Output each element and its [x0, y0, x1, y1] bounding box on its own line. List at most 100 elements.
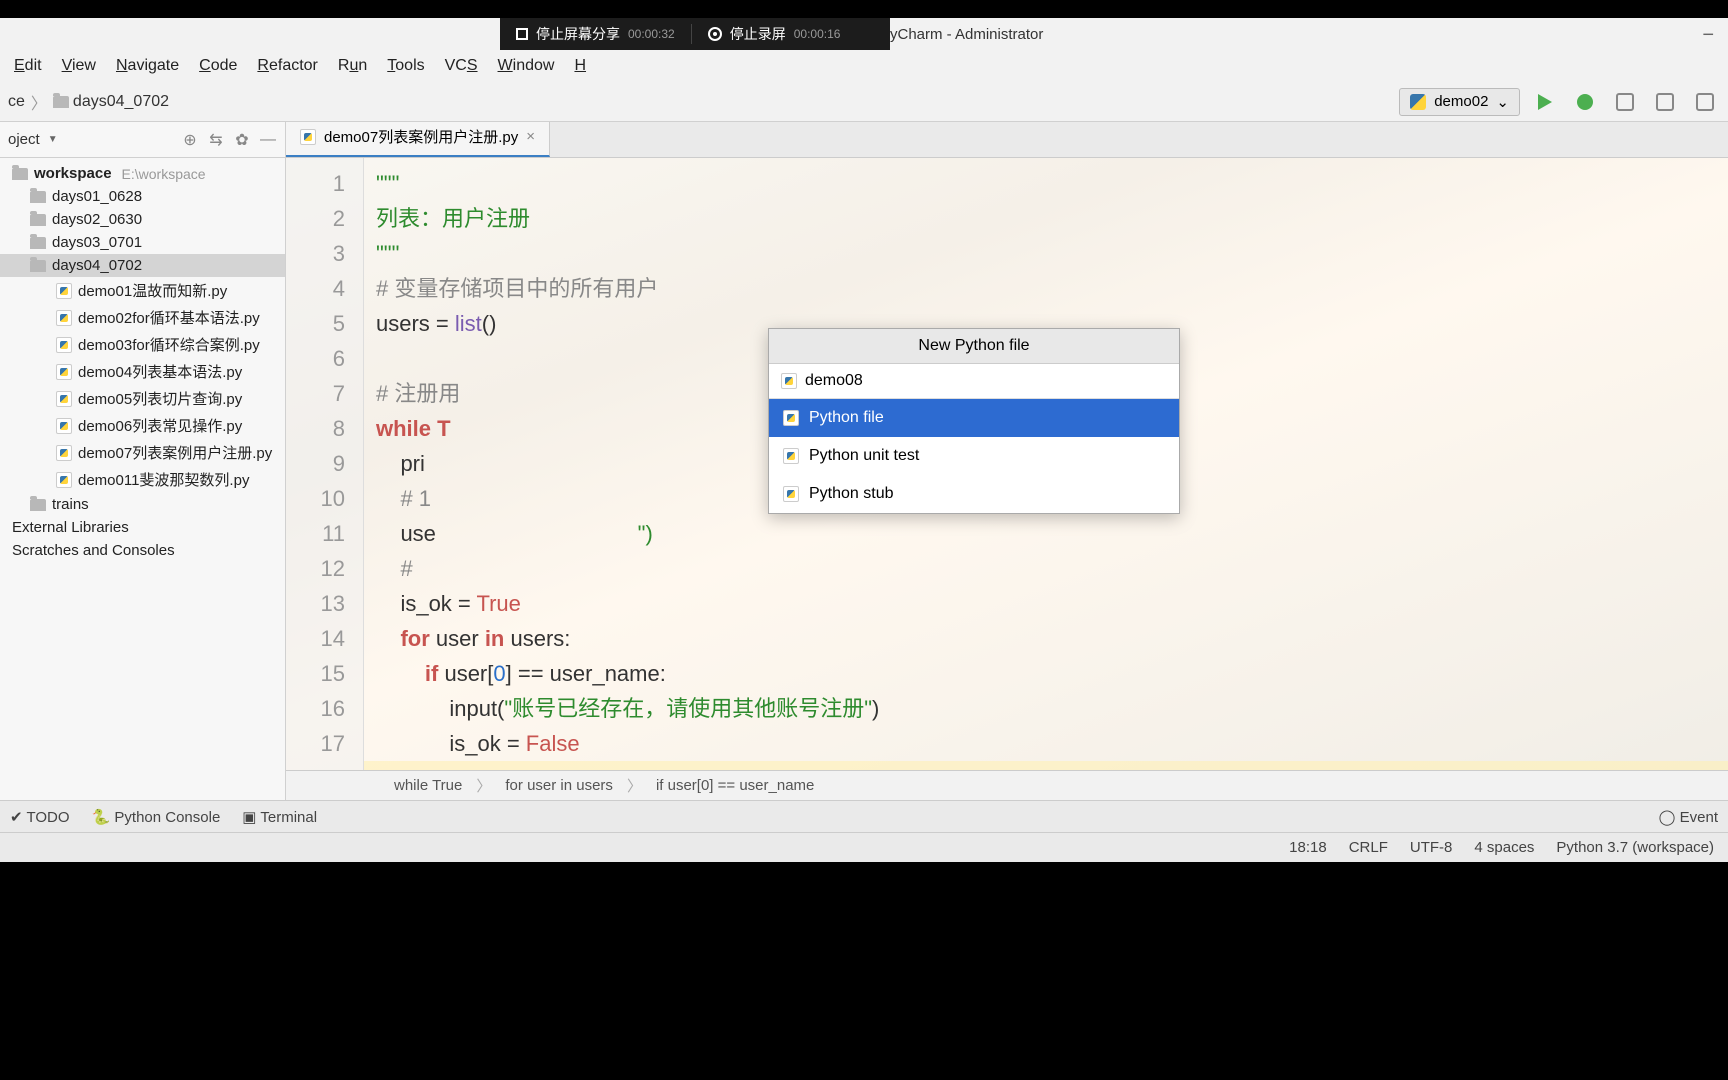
popup-input-row [769, 364, 1179, 399]
stop-share-button[interactable]: 停止屏幕分享 00:00:32 [500, 24, 691, 44]
python-file-icon [783, 410, 799, 426]
bc-item[interactable]: while True [394, 777, 462, 794]
bug-icon [1577, 94, 1593, 110]
tree-file[interactable]: demo05列表切片查询.py [0, 385, 285, 412]
popup-item-unit-test[interactable]: Python unit test [769, 437, 1179, 475]
tree-file[interactable]: demo011斐波那契数列.py [0, 466, 285, 493]
python-icon [1410, 94, 1426, 110]
tree-file[interactable]: demo06列表常见操作.py [0, 412, 285, 439]
menu-code[interactable]: Code [189, 53, 247, 79]
python-file-icon [56, 337, 72, 353]
event-log-tab[interactable]: ◯ Event [1659, 808, 1718, 826]
tree-file[interactable]: demo04列表基本语法.py [0, 358, 285, 385]
stop-share-label: 停止屏幕分享 [536, 24, 620, 44]
menu-view[interactable]: View [52, 53, 106, 79]
breadcrumb[interactable]: ce 〉 days04_0702 [8, 90, 169, 114]
window-title: yCharm - Administrator [890, 26, 1043, 43]
dropdown-icon[interactable]: ▼ [48, 134, 58, 145]
hide-icon[interactable]: — [259, 131, 277, 149]
run-button[interactable] [1530, 87, 1560, 117]
coverage-button[interactable] [1610, 87, 1640, 117]
cursor-position[interactable]: 18:18 [1289, 839, 1327, 856]
tree-external-libs[interactable]: External Libraries [0, 516, 285, 539]
menu-help[interactable]: H [564, 53, 596, 79]
recording-overlay: 停止屏幕分享 00:00:32 停止录屏 00:00:16 [500, 18, 890, 50]
menu-tools[interactable]: Tools [377, 53, 434, 79]
python-file-icon [56, 445, 72, 461]
sidebar-header: oject ▼ ⊕ ⇆ ✿ — [0, 122, 285, 158]
more-run-button[interactable] [1690, 87, 1720, 117]
menu-edit[interactable]: Edit [4, 53, 52, 79]
tree-folder[interactable]: trains [0, 493, 285, 516]
chevron-down-icon: ⌄ [1496, 93, 1509, 111]
tree-scratches[interactable]: Scratches and Consoles [0, 539, 285, 562]
gear-icon[interactable]: ✿ [233, 131, 251, 149]
folder-icon [30, 499, 46, 511]
python-file-icon [56, 283, 72, 299]
python-console-tab[interactable]: 🐍 Python Console [92, 808, 221, 826]
python-file-icon [783, 448, 799, 464]
tree-folder[interactable]: days02_0630 [0, 208, 285, 231]
encoding[interactable]: UTF-8 [1410, 839, 1453, 856]
stop-record-button[interactable]: 停止录屏 00:00:16 [691, 24, 857, 44]
profile-button[interactable] [1650, 87, 1680, 117]
debug-button[interactable] [1570, 87, 1600, 117]
project-tree: workspaceE:\workspace days01_0628 days02… [0, 158, 285, 800]
bc-item[interactable]: if user[0] == user_name [656, 777, 814, 794]
python-file-icon [781, 373, 797, 389]
tool-window-bar: ✔ TODO 🐍 Python Console ▣ Terminal ◯ Eve… [0, 800, 1728, 832]
interpreter[interactable]: Python 3.7 (workspace) [1556, 839, 1714, 856]
python-file-icon [56, 391, 72, 407]
sidebar-title: oject [8, 131, 40, 148]
stop-share-icon [516, 28, 528, 40]
folder-icon [30, 214, 46, 226]
python-file-icon [56, 472, 72, 488]
tree-file[interactable]: demo02for循环基本语法.py [0, 304, 285, 331]
structure-breadcrumb: while True〉 for user in users〉 if user[0… [286, 770, 1728, 800]
run-config-name: demo02 [1434, 93, 1488, 110]
record-time: 00:00:16 [794, 27, 841, 41]
python-file-icon [56, 310, 72, 326]
tree-file[interactable]: demo01温故而知新.py [0, 277, 285, 304]
profile-icon [1656, 93, 1674, 111]
folder-icon [30, 191, 46, 203]
crumb-folder: days04_0702 [73, 93, 169, 111]
minimize-button[interactable]: − [1702, 24, 1714, 47]
tree-workspace[interactable]: workspaceE:\workspace [0, 162, 285, 185]
menu-run[interactable]: Run [328, 53, 377, 79]
popup-item-python-file[interactable]: Python file [769, 399, 1179, 437]
tree-folder[interactable]: days03_0701 [0, 231, 285, 254]
nav-toolbar: ce 〉 days04_0702 demo02 ⌄ [0, 82, 1728, 122]
python-file-icon [783, 486, 799, 502]
menu-navigate[interactable]: Navigate [106, 53, 189, 79]
expand-icon[interactable]: ⇆ [207, 131, 225, 149]
todo-tab[interactable]: ✔ TODO [10, 808, 70, 826]
editor-tabs: demo07列表案例用户注册.py × [286, 122, 1728, 158]
close-icon[interactable]: × [526, 128, 535, 145]
menu-vcs[interactable]: VCS [435, 53, 488, 79]
indent[interactable]: 4 spaces [1474, 839, 1534, 856]
run-config-selector[interactable]: demo02 ⌄ [1399, 88, 1520, 116]
filename-input[interactable] [805, 372, 1167, 390]
tree-folder-selected[interactable]: days04_0702 [0, 254, 285, 277]
coverage-icon [1616, 93, 1634, 111]
python-file-icon [300, 129, 316, 145]
menubar: Edit View Navigate Code Refactor Run Too… [0, 50, 1728, 82]
record-icon [708, 27, 722, 41]
popup-item-stub[interactable]: Python stub [769, 475, 1179, 513]
more-icon [1696, 93, 1714, 111]
python-file-icon [56, 418, 72, 434]
editor: demo07列表案例用户注册.py × 12345678910111213141… [286, 122, 1728, 800]
chevron-right-icon: 〉 [31, 90, 47, 114]
locate-icon[interactable]: ⊕ [181, 131, 199, 149]
tree-folder[interactable]: days01_0628 [0, 185, 285, 208]
editor-tab[interactable]: demo07列表案例用户注册.py × [286, 122, 550, 157]
line-separator[interactable]: CRLF [1349, 839, 1388, 856]
menu-window[interactable]: Window [488, 53, 565, 79]
tree-file[interactable]: demo07列表案例用户注册.py [0, 439, 285, 466]
terminal-tab[interactable]: ▣ Terminal [242, 808, 317, 826]
share-time: 00:00:32 [628, 27, 675, 41]
tree-file[interactable]: demo03for循环综合案例.py [0, 331, 285, 358]
menu-refactor[interactable]: Refactor [247, 53, 327, 79]
bc-item[interactable]: for user in users [505, 777, 613, 794]
